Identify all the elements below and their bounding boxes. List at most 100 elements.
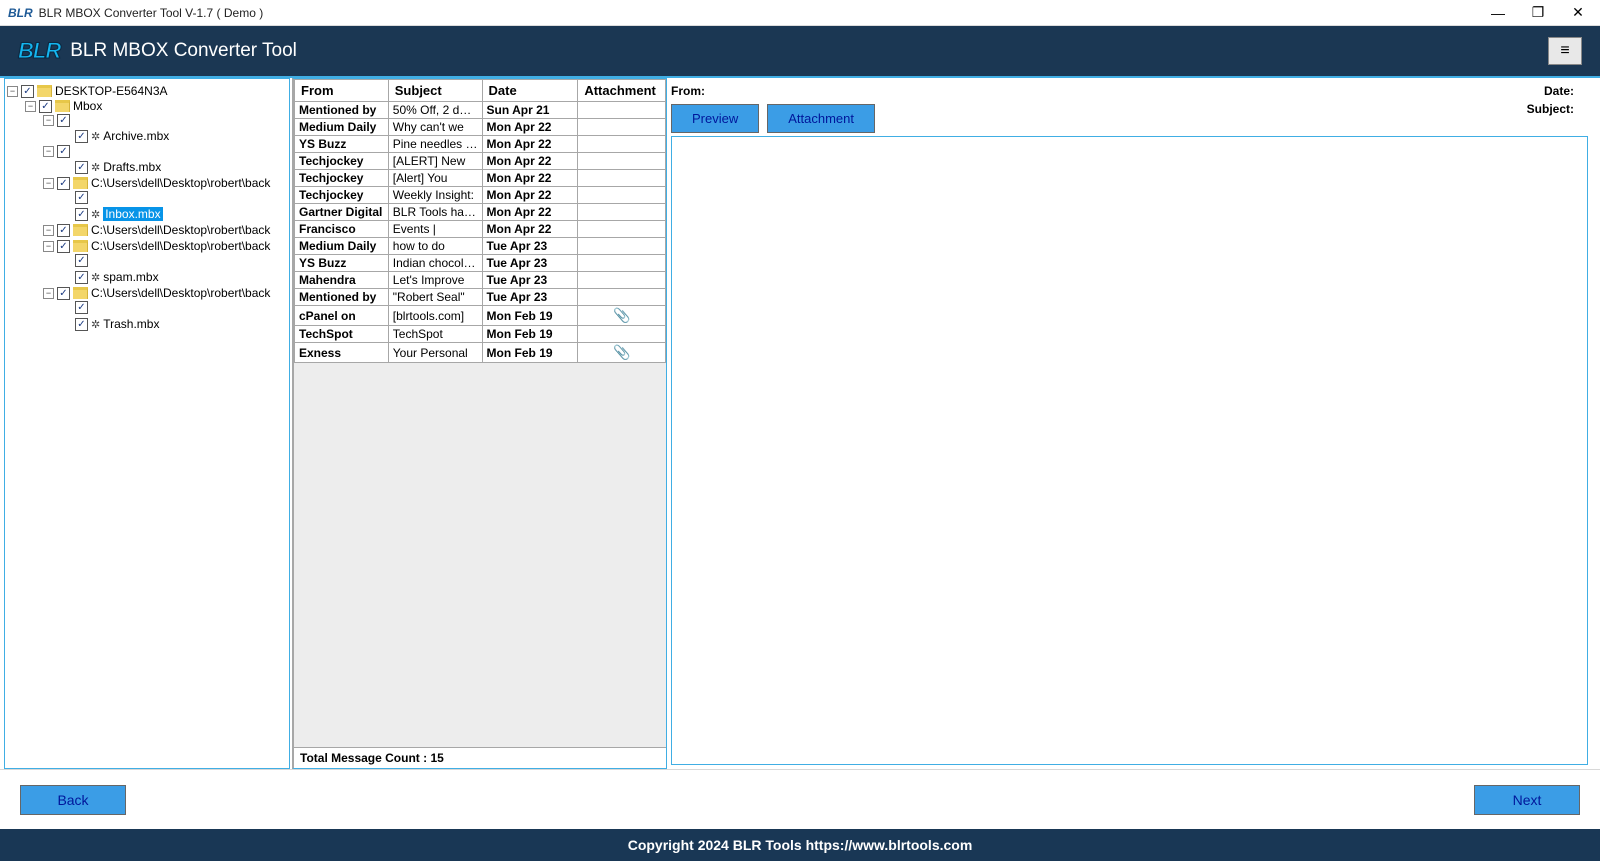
expander-icon[interactable]: − xyxy=(25,101,36,112)
cell-from: Medium Daily xyxy=(295,119,389,136)
cell-subject: BLR Tools has 0 xyxy=(388,204,482,221)
cell-attachment xyxy=(578,221,666,238)
cell-from: Mahendra xyxy=(295,272,389,289)
table-row[interactable]: Mentioned by50% Off, 2 daysSun Apr 21 xyxy=(295,102,666,119)
tree-item-label[interactable]: Trash.mbx xyxy=(103,317,159,331)
table-row[interactable]: MahendraLet's ImproveTue Apr 23 xyxy=(295,272,666,289)
cell-date: Mon Feb 19 xyxy=(482,306,578,326)
table-row[interactable]: Medium DailyWhy can't weMon Apr 22 xyxy=(295,119,666,136)
col-date[interactable]: Date xyxy=(482,80,578,102)
checkbox[interactable]: ✓ xyxy=(57,224,70,237)
copyright-bar: Copyright 2024 BLR Tools https://www.blr… xyxy=(0,829,1600,861)
expander-icon[interactable]: − xyxy=(43,225,54,236)
expander-icon[interactable]: − xyxy=(7,86,18,97)
cell-attachment xyxy=(578,170,666,187)
expander-icon[interactable]: − xyxy=(43,115,54,126)
tree-item-label[interactable]: DESKTOP-E564N3A xyxy=(55,84,168,98)
checkbox[interactable]: ✓ xyxy=(75,161,88,174)
tree-item-label[interactable]: C:\Users\dell\Desktop\robert\back xyxy=(91,223,270,237)
grid-header-row: From Subject Date Attachment xyxy=(295,80,666,102)
cell-subject: Let's Improve xyxy=(388,272,482,289)
file-icon: ✲ xyxy=(91,130,100,143)
tree-item-label[interactable]: Drafts.mbx xyxy=(103,160,161,174)
table-row[interactable]: Medium Dailyhow to doTue Apr 23 xyxy=(295,238,666,255)
tree-item-label[interactable]: C:\Users\dell\Desktop\robert\back xyxy=(91,239,270,253)
tree-item-label[interactable]: C:\Users\dell\Desktop\robert\back xyxy=(91,176,270,190)
cell-from: Francisco xyxy=(295,221,389,238)
tab-preview[interactable]: Preview xyxy=(671,104,759,133)
cell-from: YS Buzz xyxy=(295,255,389,272)
from-value xyxy=(713,84,891,98)
cell-from: Techjockey xyxy=(295,153,389,170)
checkbox[interactable]: ✓ xyxy=(39,100,52,113)
table-row[interactable]: Gartner DigitalBLR Tools has 0Mon Apr 22 xyxy=(295,204,666,221)
checkbox[interactable]: ✓ xyxy=(75,301,88,314)
table-row[interactable]: ExnessYour PersonalMon Feb 19📎 xyxy=(295,343,666,363)
checkbox[interactable]: ✓ xyxy=(57,177,70,190)
table-row[interactable]: cPanel on[blrtools.com]Mon Feb 19📎 xyxy=(295,306,666,326)
col-from[interactable]: From xyxy=(295,80,389,102)
subject-label: Subject: xyxy=(1527,102,1574,116)
col-attachment[interactable]: Attachment xyxy=(578,80,666,102)
checkbox[interactable]: ✓ xyxy=(75,130,88,143)
checkbox[interactable]: ✓ xyxy=(21,85,34,98)
close-button[interactable]: ✕ xyxy=(1558,0,1598,26)
cell-from: Techjockey xyxy=(295,170,389,187)
cell-date: Tue Apr 23 xyxy=(482,272,578,289)
tree-item-label[interactable]: C:\Users\dell\Desktop\robert\back xyxy=(91,286,270,300)
from-label: From: xyxy=(671,84,705,98)
cell-from: cPanel on xyxy=(295,306,389,326)
cell-subject: [Alert] You xyxy=(388,170,482,187)
col-subject[interactable]: Subject xyxy=(388,80,482,102)
folder-icon xyxy=(73,240,88,252)
table-row[interactable]: Techjockey[ALERT] NewMon Apr 22 xyxy=(295,153,666,170)
tree-item-label[interactable]: spam.mbx xyxy=(103,270,158,284)
table-row[interactable]: TechjockeyWeekly Insight:Mon Apr 22 xyxy=(295,187,666,204)
table-row[interactable]: YS BuzzPine needles offer livelihoodMon … xyxy=(295,136,666,153)
expander-icon[interactable]: − xyxy=(43,146,54,157)
file-icon: ✲ xyxy=(91,318,100,331)
table-row[interactable]: FranciscoEvents |Mon Apr 22 xyxy=(295,221,666,238)
tree-scroll[interactable]: −✓DESKTOP-E564N3A−✓Mbox−✓✓✲Archive.mbx−✓… xyxy=(5,79,289,768)
checkbox[interactable]: ✓ xyxy=(75,191,88,204)
cell-date: Mon Apr 22 xyxy=(482,221,578,238)
tree-item-label[interactable]: Archive.mbx xyxy=(103,129,169,143)
preview-body[interactable] xyxy=(671,136,1588,765)
file-icon: ✲ xyxy=(91,208,100,221)
checkbox[interactable]: ✓ xyxy=(57,114,70,127)
cell-attachment xyxy=(578,238,666,255)
cell-subject: Why can't we xyxy=(388,119,482,136)
cell-from: Techjockey xyxy=(295,187,389,204)
cell-subject: [ALERT] New xyxy=(388,153,482,170)
table-row[interactable]: Techjockey[Alert] YouMon Apr 22 xyxy=(295,170,666,187)
back-button[interactable]: Back xyxy=(20,785,126,815)
checkbox[interactable]: ✓ xyxy=(75,254,88,267)
expander-icon[interactable]: − xyxy=(43,241,54,252)
app-logo: BLR xyxy=(18,38,60,64)
table-row[interactable]: Mentioned by"Robert Seal"Tue Apr 23 xyxy=(295,289,666,306)
next-button[interactable]: Next xyxy=(1474,785,1580,815)
tree-pane: −✓DESKTOP-E564N3A−✓Mbox−✓✓✲Archive.mbx−✓… xyxy=(4,78,290,769)
checkbox[interactable]: ✓ xyxy=(57,145,70,158)
expander-icon[interactable]: − xyxy=(43,288,54,299)
table-row[interactable]: YS BuzzIndian chocolateTue Apr 23 xyxy=(295,255,666,272)
cell-attachment xyxy=(578,187,666,204)
checkbox[interactable]: ✓ xyxy=(57,240,70,253)
minimize-button[interactable]: — xyxy=(1478,0,1518,26)
hamburger-menu[interactable]: ≡ xyxy=(1548,37,1582,65)
table-row[interactable]: TechSpotTechSpotMon Feb 19 xyxy=(295,326,666,343)
tab-attachment[interactable]: Attachment xyxy=(767,104,875,133)
maximize-button[interactable]: ❐ xyxy=(1518,0,1558,26)
message-grid[interactable]: From Subject Date Attachment Mentioned b… xyxy=(294,79,666,747)
cell-from: Mentioned by xyxy=(295,102,389,119)
checkbox[interactable]: ✓ xyxy=(75,318,88,331)
expander-icon[interactable]: − xyxy=(43,178,54,189)
cell-subject: "Robert Seal" xyxy=(388,289,482,306)
checkbox[interactable]: ✓ xyxy=(75,271,88,284)
cell-attachment xyxy=(578,255,666,272)
checkbox[interactable]: ✓ xyxy=(57,287,70,300)
tree-item-label[interactable]: Inbox.mbx xyxy=(103,207,162,221)
tree-item-label[interactable]: Mbox xyxy=(73,99,102,113)
attachment-icon: 📎 xyxy=(613,344,630,360)
checkbox[interactable]: ✓ xyxy=(75,208,88,221)
